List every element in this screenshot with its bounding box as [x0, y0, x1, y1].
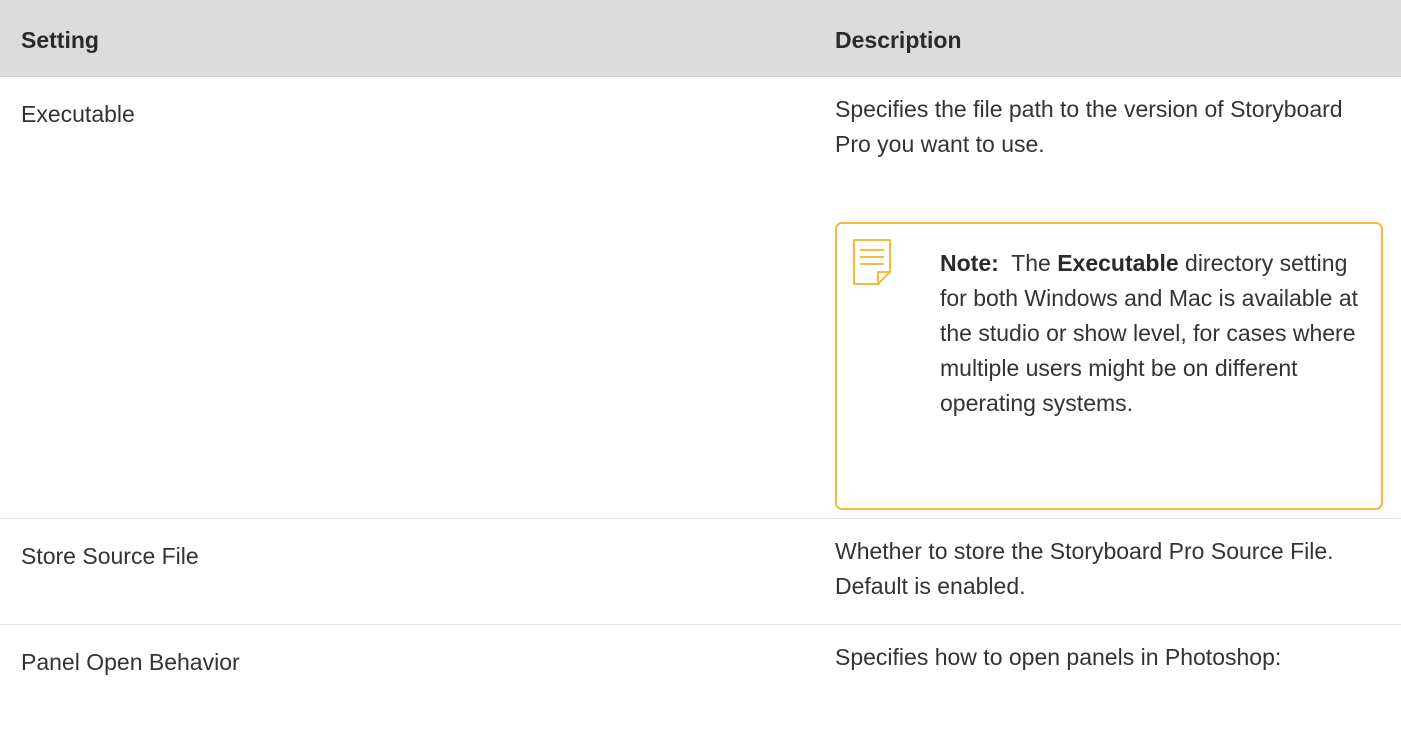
note-icon [852, 238, 892, 286]
table-row: Store Source File Whether to store the S… [0, 519, 1401, 625]
table-header: Setting Description [0, 0, 1401, 77]
header-description: Description [835, 27, 962, 53]
note-label: Note: [940, 250, 999, 276]
note-callout: Note: The Executable directory setting f… [835, 222, 1383, 510]
setting-name: Executable [21, 101, 135, 127]
table-row: Executable Specifies the file path to th… [0, 77, 1401, 519]
table-row: Panel Open Behavior Specifies how to ope… [0, 625, 1401, 739]
setting-description: Specifies the file path to the version o… [835, 96, 1343, 157]
note-text-pre: The [1011, 250, 1051, 276]
setting-name: Store Source File [21, 543, 199, 569]
note-text: Note: The Executable directory setting f… [940, 246, 1360, 421]
setting-description: Specifies how to open panels in Photosho… [835, 644, 1282, 670]
setting-description: Whether to store the Storyboard Pro Sour… [835, 538, 1334, 599]
setting-name: Panel Open Behavior [21, 649, 240, 675]
header-setting: Setting [21, 27, 99, 53]
note-emphasis: Executable [1057, 250, 1179, 276]
settings-table: Setting Description Executable Specifies… [0, 0, 1401, 739]
